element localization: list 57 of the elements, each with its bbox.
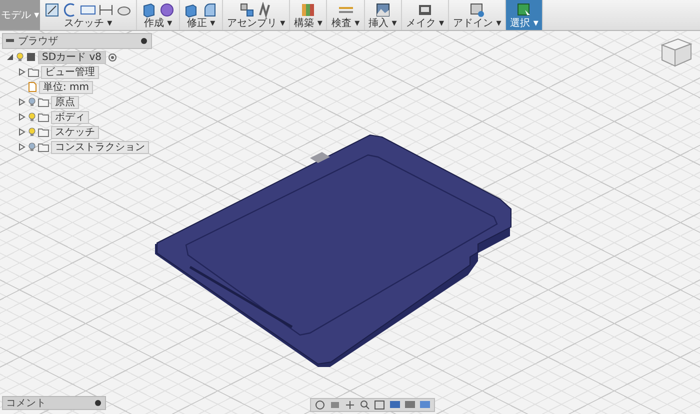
- browser-item[interactable]: 単位: mm: [39, 80, 94, 94]
- zoom-icon[interactable]: [359, 400, 371, 410]
- component-icon: [26, 52, 36, 62]
- browser-item[interactable]: 原点: [51, 96, 79, 108]
- expand-arrow-icon[interactable]: [18, 68, 26, 76]
- box-icon[interactable]: [141, 2, 157, 18]
- visibility-bulb-icon[interactable]: [28, 97, 36, 107]
- folder-icon: [28, 68, 39, 76]
- folder-icon: [38, 128, 49, 136]
- pattern-icon[interactable]: [159, 2, 175, 18]
- browser-item[interactable]: SDカード v8: [38, 50, 106, 64]
- pin-icon[interactable]: [94, 399, 102, 407]
- expand-arrow-icon[interactable]: [18, 143, 26, 151]
- visibility-bulb-icon[interactable]: [28, 127, 36, 137]
- select-icon[interactable]: [516, 2, 532, 18]
- browser-item[interactable]: コンストラクション: [51, 140, 149, 154]
- toolbar-group-button[interactable]: 修正 ▾: [180, 0, 223, 30]
- visibility-bulb-icon[interactable]: [28, 142, 36, 152]
- pin-icon[interactable]: [140, 37, 148, 45]
- toolbar-group-button[interactable]: メイク ▾: [402, 0, 450, 30]
- toolbar-group-button[interactable]: 選択 ▾: [506, 0, 544, 30]
- toolbar-group-button[interactable]: 作成 ▾: [137, 0, 180, 30]
- toolbar-group-button[interactable]: 挿入 ▾: [364, 0, 402, 30]
- toolbar-group-button[interactable]: スケッチ ▾: [40, 0, 137, 30]
- sd-card-drawing[interactable]: [155, 134, 512, 367]
- toolbar-group-button[interactable]: 構築 ▾: [290, 0, 328, 30]
- browser-title: ブラウザ: [18, 34, 59, 48]
- expand-arrow-icon[interactable]: [18, 113, 26, 121]
- browser-item[interactable]: スケッチ: [51, 126, 99, 138]
- folder-icon: [38, 98, 49, 106]
- orbit-icon[interactable]: [314, 400, 326, 410]
- expand-arrow-icon[interactable]: [18, 128, 26, 136]
- toolbar-group-button[interactable]: 検査 ▾: [327, 0, 365, 30]
- folder-icon: [38, 142, 49, 152]
- collapse-icon[interactable]: [6, 39, 14, 43]
- fillet-icon[interactable]: [202, 2, 218, 18]
- plane-icon[interactable]: [300, 2, 316, 18]
- browser-header[interactable]: ブラウザ: [2, 33, 152, 49]
- radio-icon[interactable]: [108, 52, 117, 62]
- visibility-bulb-icon[interactable]: [16, 52, 24, 62]
- document-icon: [28, 82, 37, 92]
- joint-icon[interactable]: [239, 2, 256, 18]
- browser-item[interactable]: ボディ: [51, 110, 89, 124]
- pan-icon[interactable]: [344, 400, 356, 410]
- zoom-fit-icon[interactable]: [374, 400, 386, 410]
- visibility-bulb-icon[interactable]: [28, 112, 36, 122]
- image-icon[interactable]: [374, 2, 391, 18]
- sketch-icon[interactable]: [44, 2, 60, 18]
- toolbar-group-button[interactable]: アセンブリ ▾: [223, 0, 290, 30]
- collapse-arrow-icon[interactable]: [6, 53, 14, 61]
- browser-item[interactable]: ビュー管理: [41, 66, 99, 78]
- canvas-viewport[interactable]: ブラウザ SDカード v8 ビュー管理 単位: mm 原点 ボディ スケッチ コンストラクション コメント: [0, 31, 700, 414]
- expand-arrow-icon[interactable]: [18, 98, 26, 106]
- folder-icon: [38, 112, 49, 122]
- comments-bar[interactable]: コメント: [2, 396, 106, 410]
- comments-label: コメント: [6, 397, 47, 410]
- script-icon[interactable]: [469, 2, 486, 18]
